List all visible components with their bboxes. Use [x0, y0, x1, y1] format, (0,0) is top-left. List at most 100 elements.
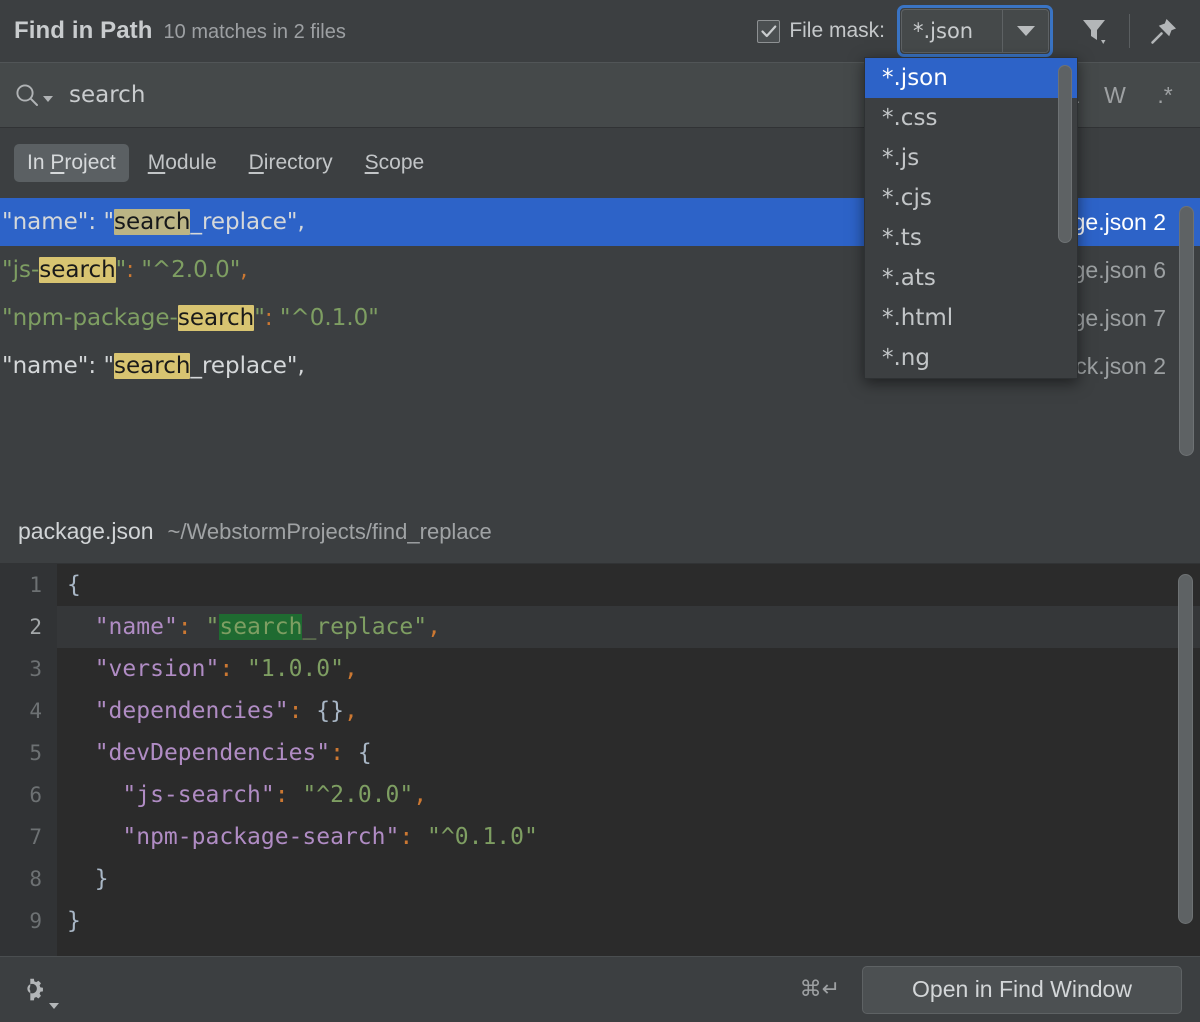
code-scrollbar-thumb[interactable] — [1178, 574, 1193, 924]
result-text-segment: "js- — [2, 257, 39, 283]
dropdown-option[interactable]: *.ts — [865, 218, 1077, 258]
code-line[interactable]: 4 "dependencies": {}, — [0, 690, 1200, 732]
header-separator — [1129, 14, 1130, 48]
result-text-segment: " — [254, 305, 265, 331]
code-token: "dependencies" — [95, 698, 289, 724]
code-token: "npm-package-search" — [122, 824, 399, 850]
code-token: " — [192, 614, 220, 640]
dropdown-option[interactable]: *.js — [865, 138, 1077, 178]
code-token: , — [427, 614, 441, 640]
search-history-chevron-icon[interactable] — [43, 96, 53, 102]
code-token — [67, 740, 95, 766]
open-in-find-window-button[interactable]: Open in Find Window — [862, 966, 1182, 1014]
tab-in-project[interactable]: In Project — [14, 144, 129, 182]
code-token — [67, 824, 122, 850]
code-line-text: } — [57, 908, 81, 934]
result-text-segment: _replace", — [190, 353, 304, 379]
code-token: { — [67, 572, 81, 598]
result-text-segment: "name": " — [2, 209, 114, 235]
code-token: "version" — [95, 656, 220, 682]
result-text-segment: "name": " — [2, 353, 114, 379]
file-mask-value[interactable]: *.json — [902, 10, 1002, 52]
code-line[interactable]: 7 "npm-package-search": "^0.1.0" — [0, 816, 1200, 858]
dropdown-option[interactable]: *.html — [865, 298, 1077, 338]
result-text-segment: , — [240, 257, 247, 283]
regex-toggle[interactable]: .* — [1150, 82, 1180, 109]
preview-file-header: package.json ~/WebstormProjects/find_rep… — [0, 498, 1200, 564]
code-line[interactable]: 9} — [0, 900, 1200, 942]
results-scrollbar-thumb[interactable] — [1179, 206, 1194, 456]
match-count-label: 10 matches in 2 files — [164, 21, 346, 44]
code-token — [67, 782, 122, 808]
code-token: : — [399, 824, 413, 850]
code-line-text: "version": "1.0.0", — [57, 656, 358, 682]
dropdown-scrollbar[interactable] — [1058, 65, 1072, 243]
file-mask-combo-focus-ring: *.json — [897, 5, 1053, 57]
code-line[interactable]: 8 } — [0, 858, 1200, 900]
dropdown-option[interactable]: *.css — [865, 98, 1077, 138]
tab-label-mnemonic: D — [249, 151, 264, 174]
file-mask-dropdown-popup[interactable]: *.json*.css*.js*.cjs*.ts*.ats*.html*.ng — [864, 57, 1078, 379]
code-token: { — [344, 740, 372, 766]
tab-scope[interactable]: Scope — [352, 144, 438, 182]
line-number: 8 — [0, 867, 57, 891]
result-text-segment: "^2.0.0" — [134, 257, 240, 283]
tab-directory[interactable]: Directory — [236, 144, 346, 182]
dropdown-option[interactable]: *.cjs — [865, 178, 1077, 218]
result-text-segment: : — [126, 257, 134, 283]
code-preview[interactable]: 1{2 "name": "search_replace",3 "version"… — [0, 564, 1200, 956]
header-controls: File mask: *.json — [757, 5, 1186, 57]
result-row-text: "npm-package-search": "^0.1.0" — [0, 305, 379, 331]
code-line[interactable]: 2 "name": "search_replace", — [0, 606, 1200, 648]
match-highlight: search — [39, 257, 115, 283]
open-shortcut-hint: ⌘↵ — [800, 977, 840, 1002]
code-lines-container: 1{2 "name": "search_replace",3 "version"… — [0, 564, 1200, 942]
dropdown-option[interactable]: *.ng — [865, 338, 1077, 378]
code-token: "devDependencies" — [95, 740, 330, 766]
result-row-text: "js-search": "^2.0.0", — [0, 257, 248, 283]
code-token: : — [219, 656, 233, 682]
filter-funnel-icon — [1080, 15, 1110, 47]
file-mask-checkbox[interactable] — [757, 20, 780, 43]
dropdown-option[interactable]: *.json — [865, 58, 1077, 98]
tab-module[interactable]: Module — [135, 144, 230, 182]
code-line-text: "npm-package-search": "^0.1.0" — [57, 824, 538, 850]
tab-label-post: roject — [64, 151, 115, 174]
code-token: : — [275, 782, 289, 808]
result-text-segment: "npm-package- — [2, 305, 178, 331]
code-line[interactable]: 3 "version": "1.0.0", — [0, 648, 1200, 690]
code-line[interactable]: 1{ — [0, 564, 1200, 606]
result-row-text: "name": "search_replace", — [0, 209, 305, 235]
code-line-text: "js-search": "^2.0.0", — [57, 782, 427, 808]
dropdown-scrollbar-thumb[interactable] — [1058, 65, 1072, 243]
search-icon-group[interactable] — [14, 82, 53, 108]
preview-file-path: ~/WebstormProjects/find_replace — [168, 519, 492, 545]
code-line[interactable]: 6 "js-search": "^2.0.0", — [0, 774, 1200, 816]
dropdown-option[interactable]: *.ats — [865, 258, 1077, 298]
whole-words-toggle[interactable]: W — [1100, 82, 1130, 109]
code-line[interactable]: 5 "devDependencies": { — [0, 732, 1200, 774]
match-highlight: search — [114, 353, 190, 379]
line-number: 2 — [0, 615, 57, 639]
settings-button[interactable] — [18, 970, 58, 1010]
search-icon — [14, 82, 40, 108]
code-token: "^0.1.0" — [413, 824, 538, 850]
code-line-text: } — [57, 866, 109, 892]
line-number: 6 — [0, 783, 57, 807]
pin-button[interactable] — [1142, 9, 1186, 53]
code-scrollbar[interactable] — [1178, 574, 1193, 946]
file-mask-combobox[interactable]: *.json — [901, 9, 1049, 53]
chevron-down-icon — [1017, 26, 1035, 36]
filter-button[interactable] — [1073, 9, 1117, 53]
find-in-path-dialog: Find in Path 10 matches in 2 files File … — [0, 0, 1200, 1022]
code-token: } — [67, 908, 81, 934]
code-token — [67, 698, 95, 724]
code-line-text: "name": "search_replace", — [57, 614, 441, 640]
results-scrollbar[interactable] — [1179, 206, 1194, 488]
file-mask-dropdown-button[interactable] — [1002, 10, 1048, 52]
code-line-text: { — [57, 572, 81, 598]
settings-chevron-down-icon[interactable] — [49, 1003, 59, 1009]
code-token: : — [178, 614, 192, 640]
code-token: : — [330, 740, 344, 766]
search-input[interactable]: search — [69, 82, 145, 108]
